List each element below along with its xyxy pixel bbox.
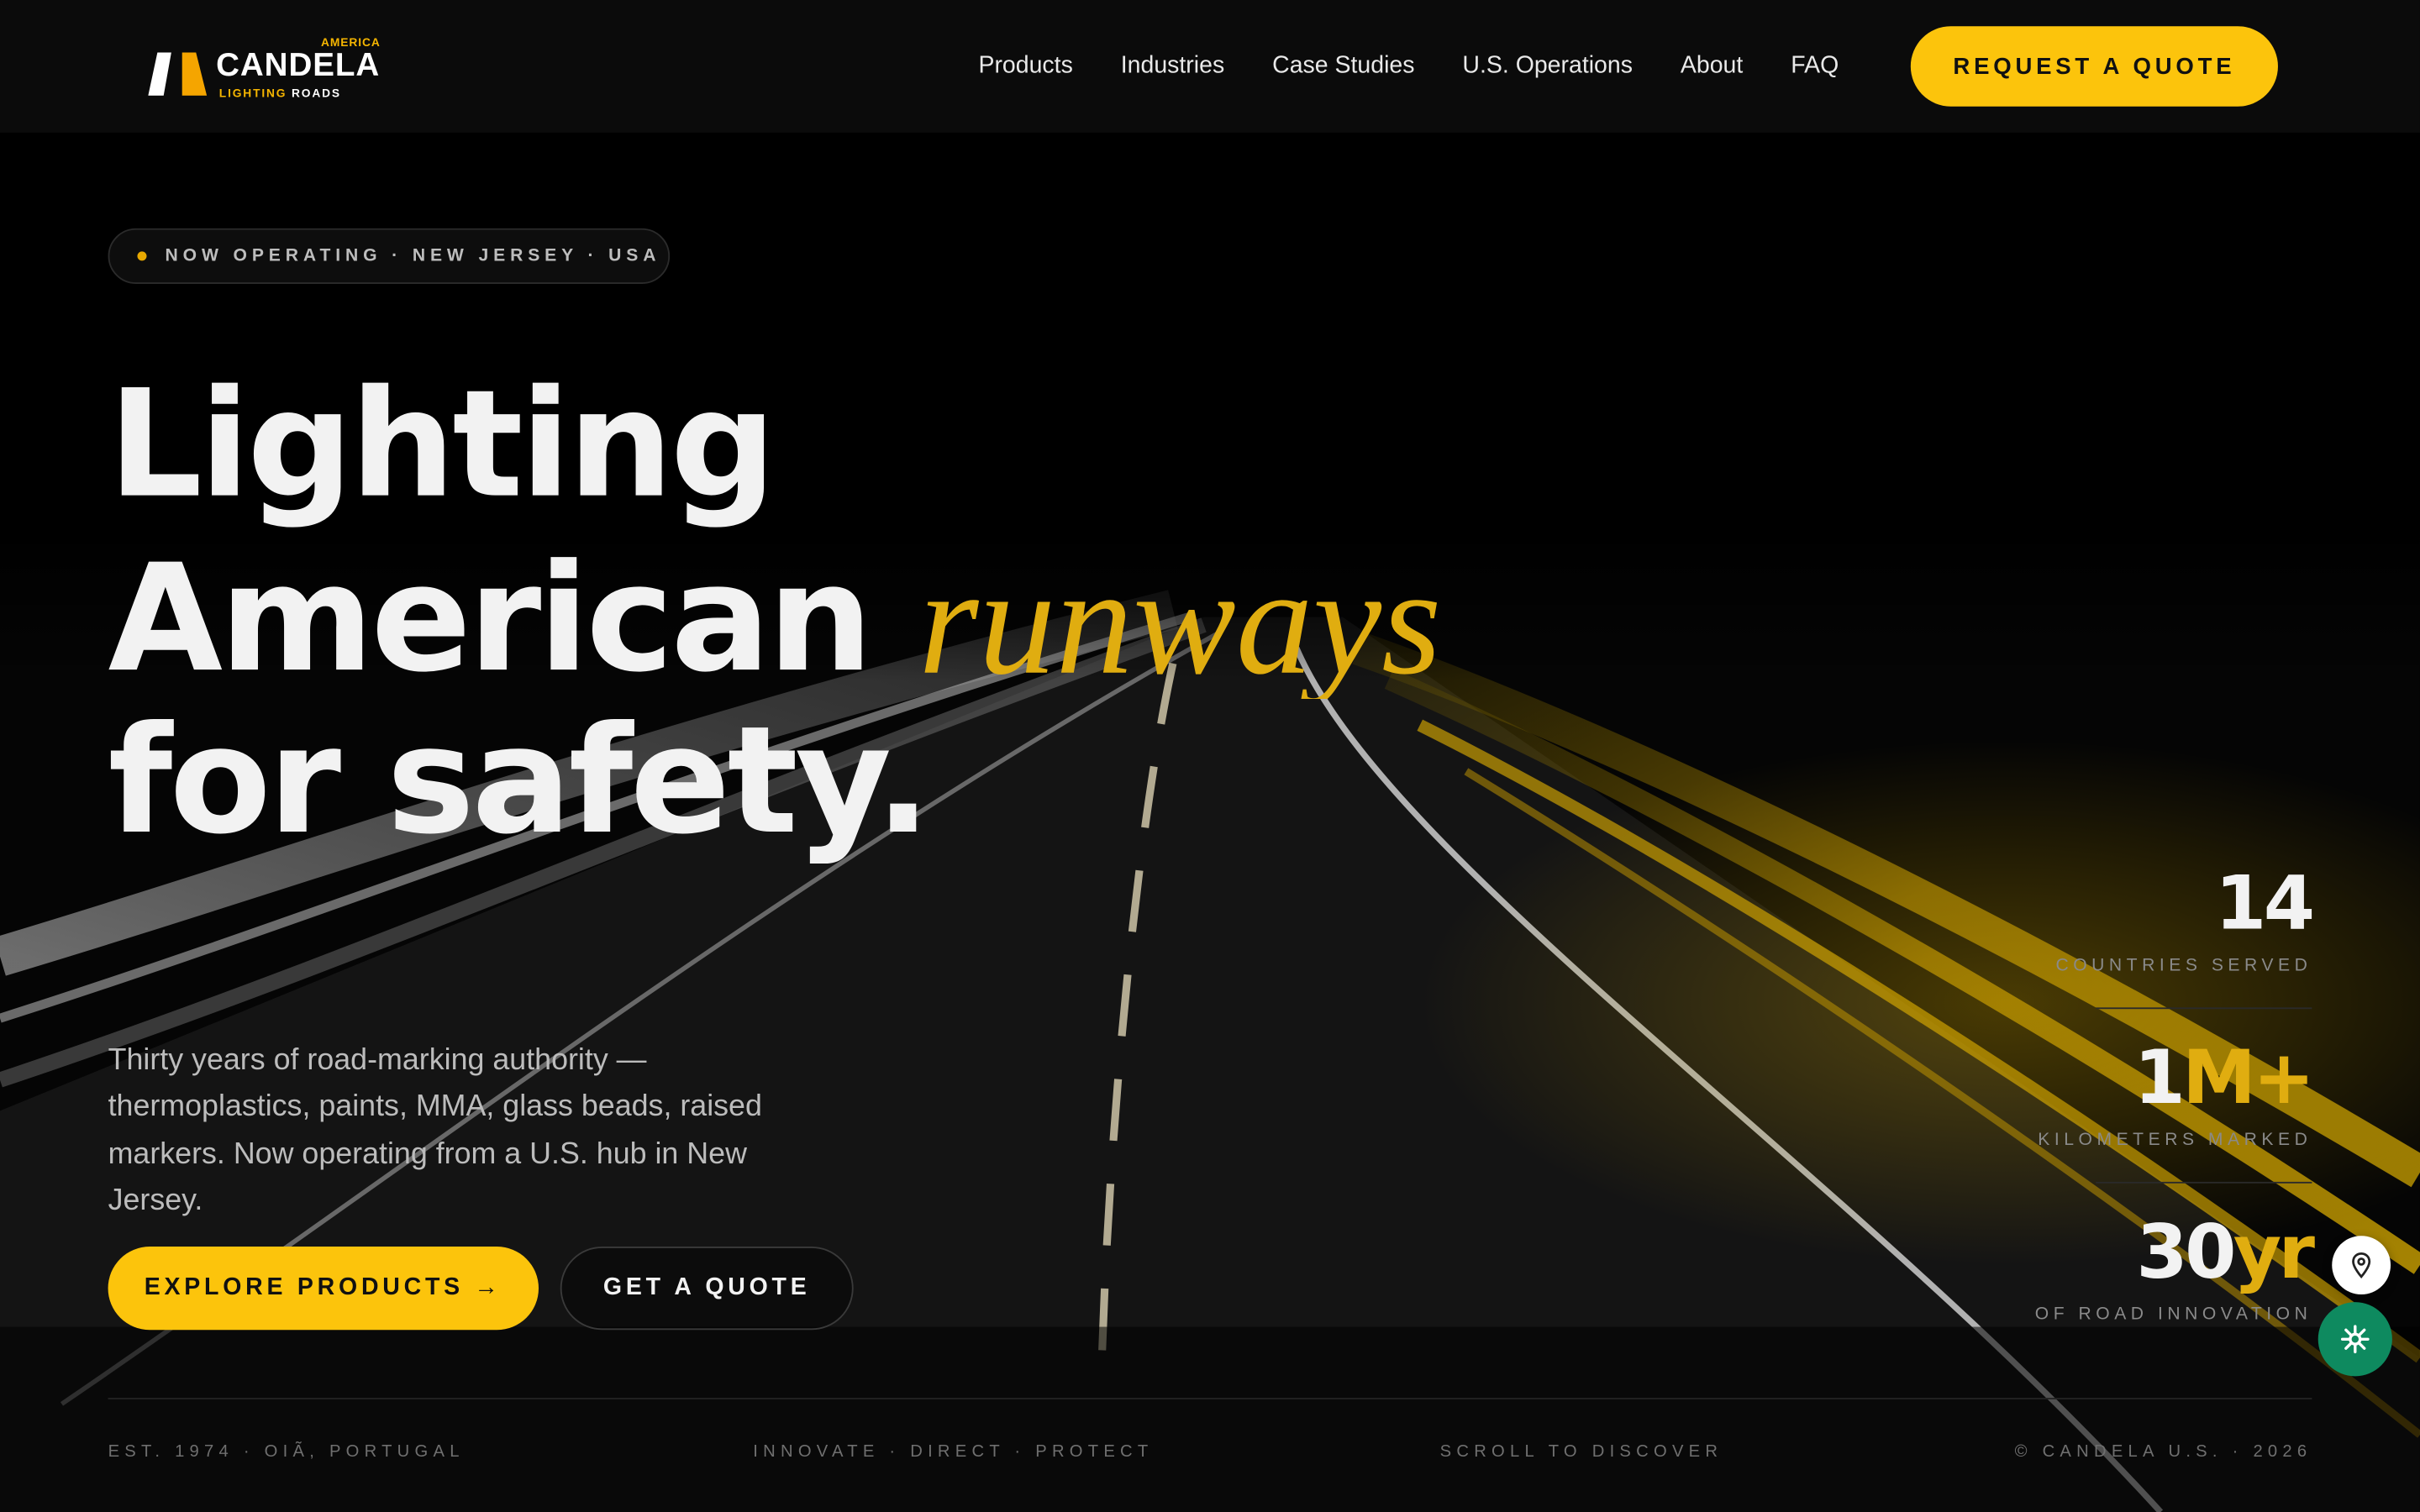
headline-word-american: American xyxy=(108,532,873,706)
main-menu: Products Industries Case Studies U.S. Op… xyxy=(978,52,1886,80)
location-fab-button[interactable] xyxy=(2332,1236,2391,1294)
stat-suffix: yr xyxy=(2233,1209,2315,1296)
stat-value: 14 xyxy=(2034,867,2315,941)
logo-name: CANDELA xyxy=(216,47,381,84)
footer-divider xyxy=(108,1398,2312,1399)
sparkle-icon xyxy=(2340,1325,2370,1354)
nav-item-faq[interactable]: FAQ xyxy=(1791,52,1839,80)
stat-value: 1M+ xyxy=(2034,1042,2315,1116)
stat-number: 1 xyxy=(2133,1035,2185,1122)
stat-suffix: M+ xyxy=(2182,1035,2315,1122)
logo-tagline-a: LIGHTING xyxy=(218,86,287,101)
stat-kilometers: 1M+ KILOMETERS MARKED xyxy=(2034,1042,2315,1150)
footer-motto: INNOVATE · DIRECT · PROTECT xyxy=(753,1442,1154,1462)
stat-label: OF ROAD INNOVATION xyxy=(2034,1305,2312,1324)
assistant-fab-button[interactable] xyxy=(2317,1302,2392,1377)
request-quote-button[interactable]: REQUEST A QUOTE xyxy=(1910,26,2278,107)
stat-number: 30 xyxy=(2136,1209,2236,1296)
nav-item-products[interactable]: Products xyxy=(978,52,1072,80)
stat-years: 30yr OF ROAD INNOVATION xyxy=(2034,1215,2315,1324)
headline-line-2: American runways xyxy=(108,544,1518,699)
stat-label: COUNTRIES SERVED xyxy=(2055,956,2312,975)
get-quote-button[interactable]: GET A QUOTE xyxy=(560,1247,854,1331)
stat-value: 30yr xyxy=(2034,1215,2315,1289)
footer-established: EST. 1974 · OIÃ, PORTUGAL xyxy=(108,1442,465,1462)
map-pin-icon xyxy=(2352,1252,2371,1278)
status-dot-icon xyxy=(137,251,147,261)
hero-description: Thirty years of road-marking authority —… xyxy=(108,1042,762,1218)
headline-line-3: for safety. xyxy=(108,694,932,868)
top-navigation: AMERICA CANDELA LIGHTING ROADS Products … xyxy=(0,0,2420,133)
explore-products-button[interactable]: EXPLORE PRODUCTS → xyxy=(108,1247,539,1331)
nav-item-industries[interactable]: Industries xyxy=(1121,52,1224,80)
stat-number: 14 xyxy=(2215,860,2315,948)
nav-item-us-operations[interactable]: U.S. Operations xyxy=(1462,52,1633,80)
footer-copyright: © CANDELA U.S. · 2026 xyxy=(2014,1442,2312,1462)
nav-item-about[interactable]: About xyxy=(1681,52,1743,80)
headline-accent-word: runways xyxy=(918,544,1442,700)
scroll-hint[interactable]: SCROLL TO DISCOVER xyxy=(1440,1442,1723,1461)
stat-label: KILOMETERS MARKED xyxy=(2038,1131,2312,1150)
nav-item-case-studies[interactable]: Case Studies xyxy=(1272,52,1414,80)
stat-divider xyxy=(2096,1181,2312,1184)
badge-text: NOW OPERATING · NEW JERSEY · USA xyxy=(165,246,661,265)
logo-tagline-b: ROADS xyxy=(292,86,341,101)
stat-divider xyxy=(2096,1007,2312,1010)
stat-countries: 14 COUNTRIES SERVED xyxy=(2034,867,2315,975)
location-badge: NOW OPERATING · NEW JERSEY · USA xyxy=(108,228,671,284)
logo-tagline: LIGHTING ROADS xyxy=(219,87,341,101)
logo-mark-icon xyxy=(148,52,208,96)
headline-line-1: Lighting xyxy=(108,358,776,531)
brand-logo[interactable]: AMERICA CANDELA LIGHTING ROADS xyxy=(148,34,395,102)
